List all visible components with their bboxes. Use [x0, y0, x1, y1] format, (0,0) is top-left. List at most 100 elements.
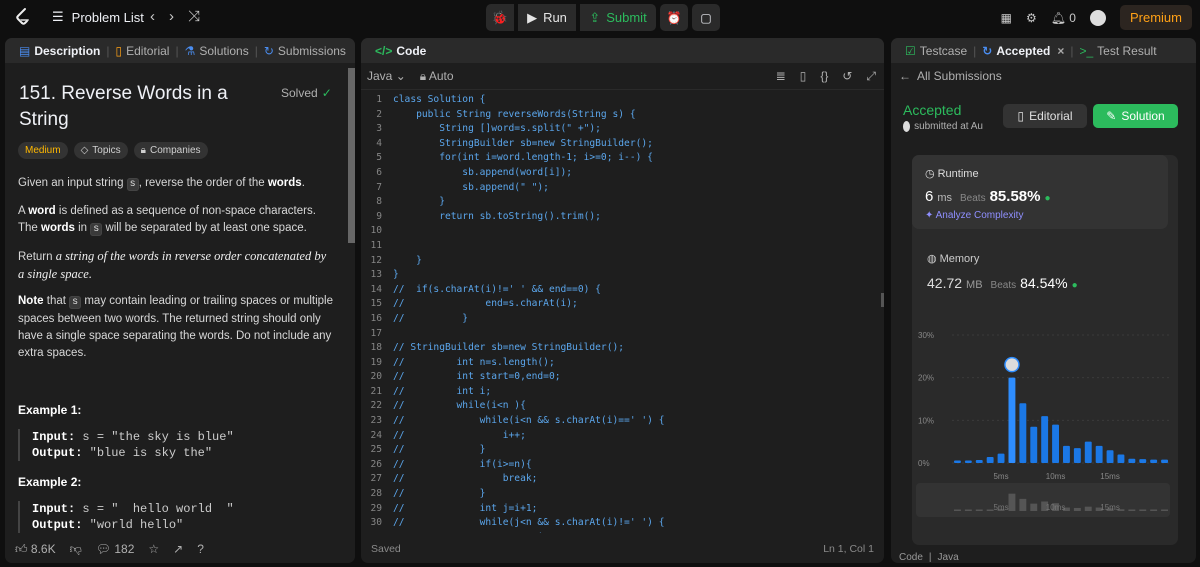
code-line[interactable]: 18 // StringBuilder sb=new StringBuilder(… — [361, 341, 884, 356]
tab-accepted[interactable]: ↻ Accepted × — [976, 44, 1070, 58]
topics-tag[interactable]: ◇ Topics — [73, 142, 128, 159]
code-line[interactable]: 21 // int i; — [361, 385, 884, 400]
runtime-label: ◷ Runtime — [925, 167, 979, 181]
format-icon[interactable]: ≣ — [776, 69, 786, 83]
debug-button[interactable]: 🐞 — [486, 4, 514, 31]
chevron-down-icon: ⌄ — [395, 69, 406, 83]
code-line[interactable]: 14 // if(s.charAt(i)!=' ' && end==0) { — [361, 283, 884, 298]
tab-test-result[interactable]: >_ Test Result — [1073, 44, 1162, 58]
code-scrollbar[interactable] — [881, 293, 884, 307]
premium-button[interactable]: Premium — [1119, 5, 1192, 30]
layout-grid-icon[interactable]: ▦ — [1001, 11, 1012, 25]
code-line[interactable]: 23 // while(i<n && s.charAt(i)==' ') { — [361, 414, 884, 429]
code-line[interactable]: 5 for(int i=word.length-1; i>=0; i--) { — [361, 151, 884, 166]
tab-testcase[interactable]: ☑ Testcase — [899, 44, 973, 58]
close-icon[interactable]: × — [1057, 44, 1064, 58]
code-line[interactable]: 30 // while(j<n && s.charAt(i)!=' ') { — [361, 516, 884, 531]
leetcode-logo-icon[interactable] — [13, 7, 33, 27]
histogram-bar — [1008, 377, 1016, 463]
code-line[interactable]: 24 // i++; — [361, 429, 884, 444]
notifications[interactable]: 🔔︎ 0 — [1051, 11, 1076, 25]
line-number: 30 — [370, 517, 382, 529]
code-line[interactable]: 28 // } — [361, 487, 884, 502]
solution-button[interactable]: ✎ Solution — [1093, 104, 1178, 128]
language-select[interactable]: Java ⌄ — [367, 69, 406, 83]
code-line[interactable]: 25 // } — [361, 443, 884, 458]
code-text: return sb.toString().trim(); — [393, 210, 601, 222]
share-icon[interactable]: ↗ — [173, 542, 183, 556]
code-line[interactable]: 26 // if(i>=n){ — [361, 458, 884, 473]
code-line[interactable]: 29 // int j=i+1; — [361, 502, 884, 517]
shuffle-icon[interactable]: ⤨ — [188, 8, 200, 25]
braces-icon[interactable]: {} — [820, 69, 828, 83]
comment-count: 182 — [114, 542, 135, 556]
code-line[interactable]: 4 StringBuilder sb=new StringBuilder(); — [361, 137, 884, 152]
code-line[interactable]: 22 // while(i<n ){ — [361, 399, 884, 414]
notes-button[interactable]: ▢ — [692, 4, 720, 31]
code-line[interactable]: 12 } — [361, 254, 884, 269]
code-line[interactable]: 1 class Solution { — [361, 93, 884, 108]
code-line[interactable]: 2 public String reverseWords(String s) { — [361, 108, 884, 123]
code-line[interactable]: 11 — [361, 239, 884, 254]
auto-mode[interactable]: 🔒︎ Auto — [420, 69, 454, 84]
comments-button[interactable]: 💬︎ 182 — [96, 542, 135, 556]
notification-count: 0 — [1069, 10, 1076, 25]
tab-code[interactable]: </> Code — [369, 44, 432, 58]
editorial-button[interactable]: ▯ Editorial — [1003, 104, 1087, 128]
code-text: // while(i<n ){ — [393, 400, 526, 412]
code-line[interactable]: 10 — [361, 224, 884, 239]
code-line[interactable]: 13} — [361, 268, 884, 283]
runtime-distribution-chart[interactable]: 30% 20% 10% 0% 5ms 10ms 15ms 5ms 10ms 15ms — [912, 305, 1178, 520]
submit-button[interactable]: ⇪ Submit — [580, 4, 656, 31]
tab-submissions[interactable]: ↻ Submissions — [258, 44, 352, 58]
expand-icon[interactable]: ⤢ — [866, 69, 876, 84]
overview-bar — [975, 509, 983, 511]
dislike-icon[interactable]: 👎︎ — [70, 542, 82, 557]
code-line[interactable]: 9 return sb.toString().trim(); — [361, 210, 884, 225]
memory-label: ◍ Memory — [927, 252, 979, 266]
example-1-block: Input: s = "the sky is blue" Output: "bl… — [18, 429, 234, 461]
tab-description[interactable]: ▤ Description — [13, 44, 106, 58]
reset-icon[interactable]: ↺ — [842, 69, 852, 83]
histogram-bar — [1052, 424, 1059, 463]
code-editor[interactable]: 1 class Solution {2 public String reverse… — [361, 93, 884, 533]
code-line[interactable]: 20 // int start=0,end=0; — [361, 370, 884, 385]
all-submissions-link[interactable]: ← All Submissions — [891, 63, 1196, 88]
next-problem-icon[interactable]: › — [169, 8, 174, 25]
code-line[interactable]: 17 — [361, 327, 884, 342]
auto-label: Auto — [428, 68, 454, 83]
code-line[interactable]: 6 sb.append(word[i]); — [361, 166, 884, 181]
like-button[interactable]: 👍︎ 8.6K — [15, 542, 56, 557]
settings-gear-icon[interactable]: ⚙ — [1026, 11, 1037, 25]
prev-problem-icon[interactable]: ‹ — [150, 8, 155, 25]
tab-solutions[interactable]: ⚗ Solutions — [179, 44, 255, 58]
code-line[interactable]: 31// start=i; — [361, 531, 884, 533]
bug-icon: 🐞 — [491, 9, 509, 25]
problem-list-link[interactable]: ☰ Problem List — [52, 9, 144, 25]
companies-tag[interactable]: 🔒︎ Companies — [133, 142, 208, 159]
runtime-card[interactable]: ◷ Runtime 6 ms Beats 85.58% ● ✦ Analyze C… — [912, 155, 1168, 229]
tab-editorial[interactable]: ▯ Editorial — [109, 44, 175, 58]
code-line[interactable]: 27 // break; — [361, 472, 884, 487]
example-1-output: "blue is sky the" — [89, 446, 213, 460]
book-icon: ▯ — [115, 43, 123, 58]
code-line[interactable]: 3 String []word=s.split(" +"); — [361, 122, 884, 137]
memory-value-row: 42.72 MB Beats 84.54% ● — [927, 275, 1078, 291]
help-icon[interactable]: ? — [197, 542, 204, 556]
problem-statement-3: Return a string of the words in reverse … — [18, 249, 327, 281]
code-line[interactable]: 7 sb.append(" "); — [361, 181, 884, 196]
histogram-bar — [1073, 448, 1081, 463]
user-avatar[interactable] — [1089, 9, 1106, 26]
code-line[interactable]: 15 // end=s.charAt(i); — [361, 297, 884, 312]
code-text: StringBuilder sb=new StringBuilder(); — [393, 137, 653, 149]
code-line[interactable]: 8 } — [361, 195, 884, 210]
code-line[interactable]: 16 // } — [361, 312, 884, 327]
code-line[interactable]: 19 // int n=s.length(); — [361, 356, 884, 371]
run-button[interactable]: ▶ Run — [518, 4, 576, 31]
problem-statement-1: Given an input string s, reverse the ord… — [18, 177, 305, 191]
description-scrollbar[interactable] — [348, 68, 355, 243]
analyze-complexity-link[interactable]: ✦ Analyze Complexity — [925, 210, 1023, 221]
star-icon[interactable]: ☆ — [148, 542, 159, 556]
bookmark-icon[interactable]: ▯ — [800, 69, 807, 83]
timer-button[interactable]: ⏰ — [660, 4, 688, 31]
